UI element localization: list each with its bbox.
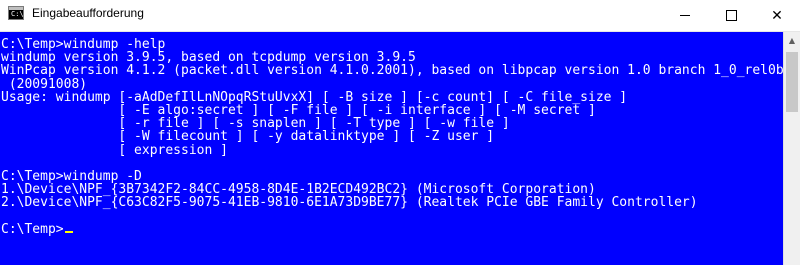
vertical-scrollbar[interactable]: ▲ [783, 32, 800, 265]
close-button[interactable]: ✕ [754, 0, 800, 31]
console-line: C:\Temp> [1, 221, 64, 237]
cmd-icon: C:\ [8, 6, 24, 20]
maximize-icon [725, 10, 737, 21]
text-cursor [64, 230, 73, 233]
maximize-button[interactable] [708, 0, 754, 31]
window-title: Eingabeaufforderung [32, 6, 144, 20]
title-bar[interactable]: C:\ Eingabeaufforderung ✕ [0, 0, 800, 32]
console-line: 2.\Device\NPF_{C63C82F5-9075-41EB-9810-6… [1, 195, 698, 211]
minimize-icon [680, 15, 690, 16]
close-icon: ✕ [771, 7, 783, 24]
scroll-up-arrow-icon[interactable]: ▲ [784, 32, 800, 49]
console-text: C:\Temp>windump -help windump version 3.… [0, 32, 783, 236]
console-line: [ expression ] [1, 142, 228, 158]
console-line: WinPcap version 4.1.2 (packet.dll versio… [1, 63, 783, 79]
minimize-button[interactable] [662, 0, 708, 31]
console-output[interactable]: C:\Temp>windump -help windump version 3.… [0, 32, 783, 265]
scroll-thumb[interactable] [786, 52, 798, 112]
